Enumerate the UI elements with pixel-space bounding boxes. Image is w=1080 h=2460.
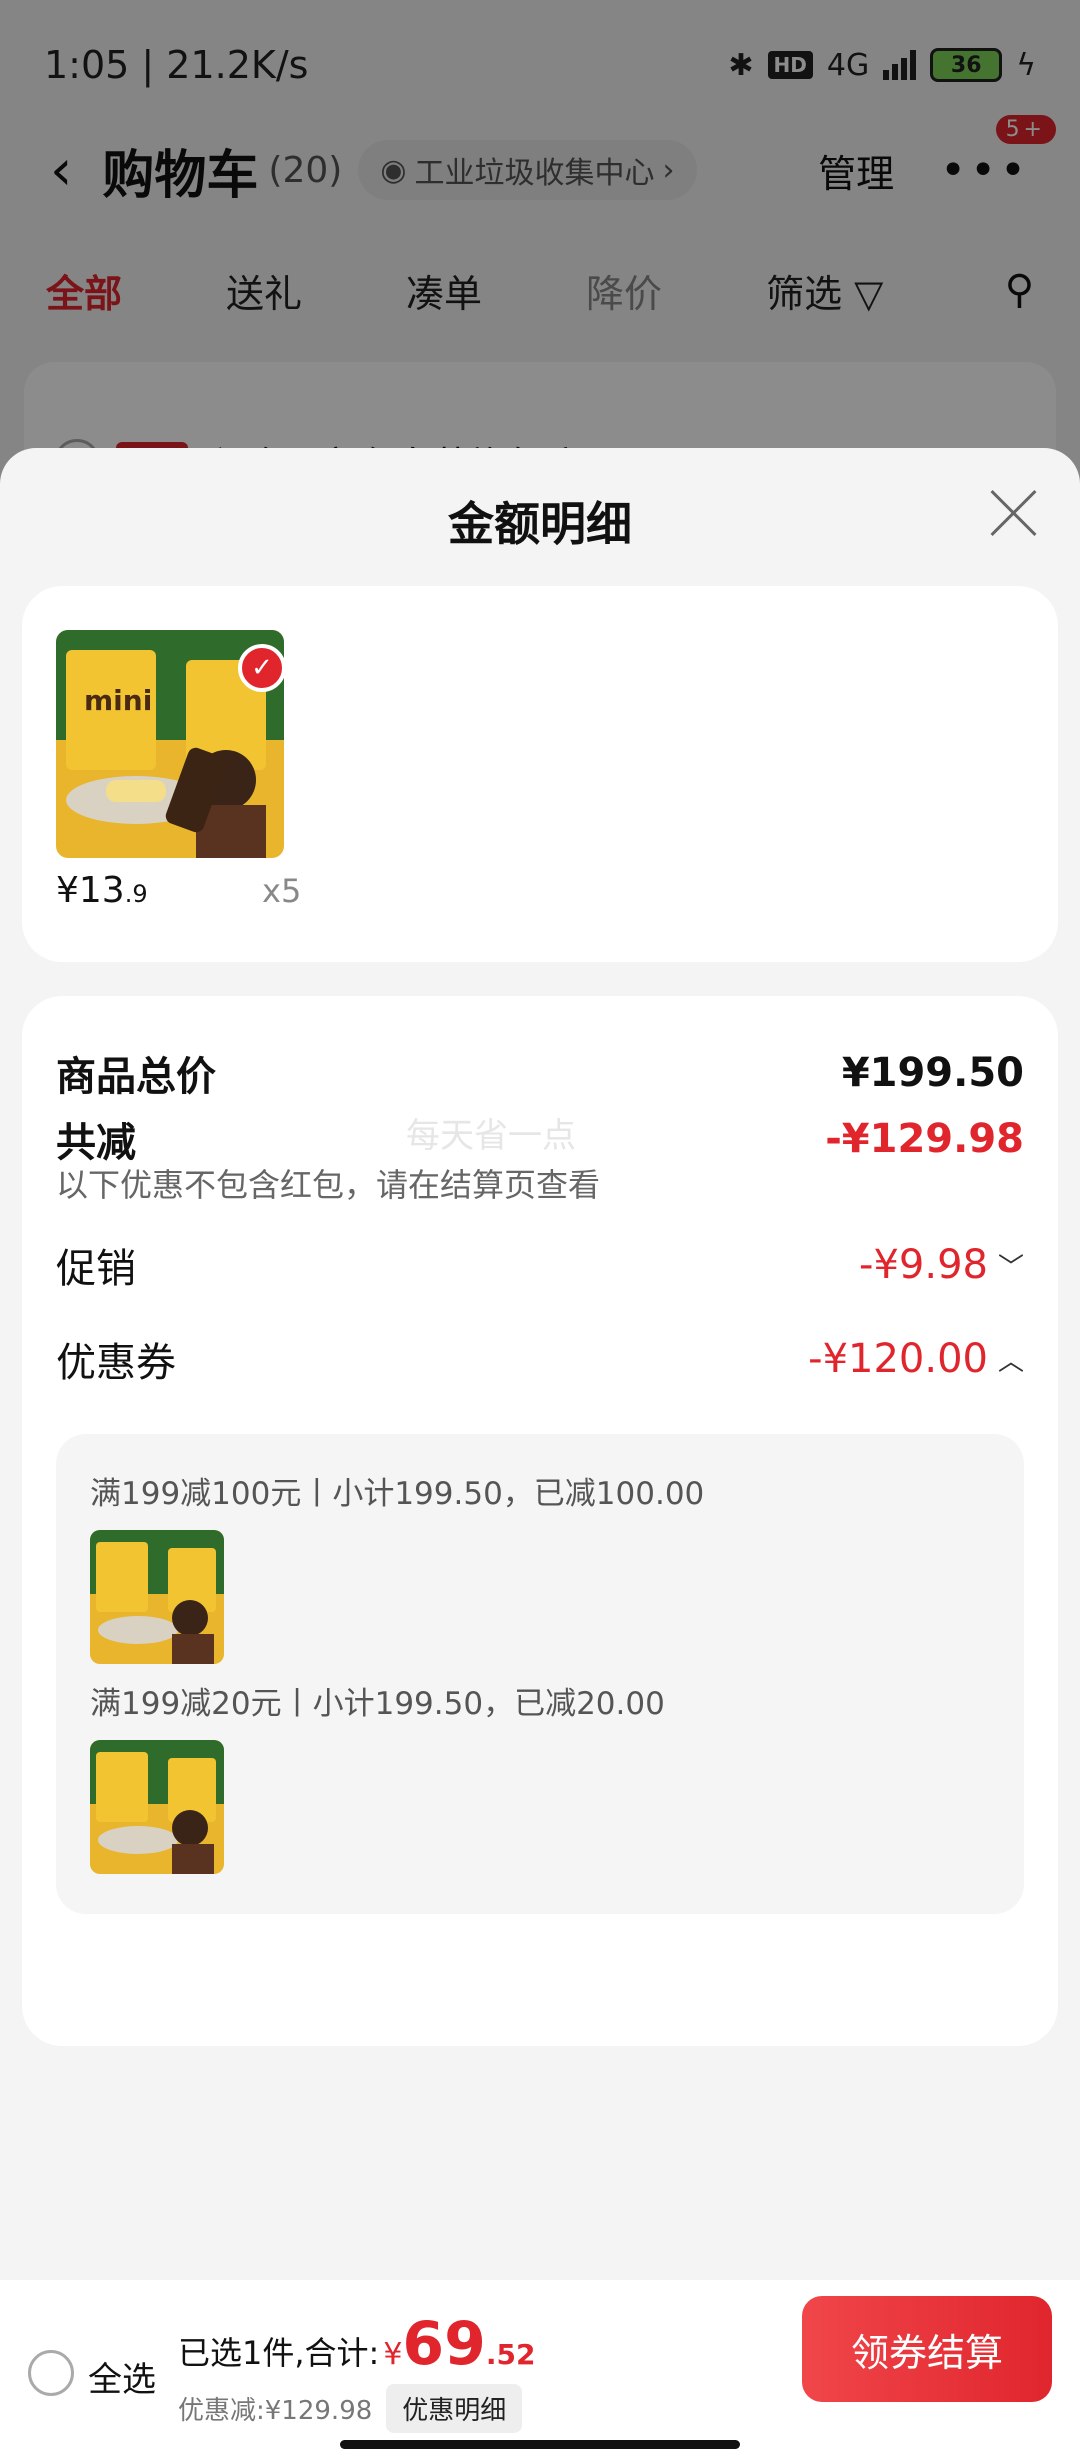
discount-summary: 优惠减:¥129.98 优惠明细 xyxy=(178,2384,523,2433)
close-icon[interactable] xyxy=(988,488,1038,538)
reduce-value: -¥129.98 xyxy=(825,1116,1024,1162)
coupon-product-image-1[interactable] xyxy=(90,1530,224,1664)
select-all-checkbox[interactable] xyxy=(28,2350,74,2396)
checkout-bar: 全选 已选1件,合计: ¥ 69 .52 优惠减:¥129.98 优惠明细 领券… xyxy=(0,2280,1080,2460)
total-summary: 已选1件,合计: ¥ 69 .52 xyxy=(178,2314,536,2374)
coupon-rule-1: 满199减100元丨小计199.50，已减100.00 xyxy=(90,1476,705,1512)
chevron-down-icon[interactable]: ﹀ xyxy=(998,1247,1024,1284)
total-row: 商品总价 ¥199.50 xyxy=(56,1044,1024,1102)
select-all-label[interactable]: 全选 xyxy=(88,2352,156,2401)
amount-detail-sheet: 金额明细 mini ✓ ¥13.9 x5 商品总价 ¥199.50 每天省一点 … xyxy=(0,448,1080,2460)
coupon-product-image-2[interactable] xyxy=(90,1740,224,1874)
price-detail-card: 商品总价 ¥199.50 每天省一点 共减 -¥129.98 以下优惠不包含红包… xyxy=(22,996,1058,2046)
product-price-dec: .9 xyxy=(124,880,148,908)
selected-count-text: 已选1件,合计: xyxy=(178,2334,380,2372)
product-card: mini ✓ ¥13.9 x5 xyxy=(22,586,1058,962)
product-price-int: ¥13 xyxy=(56,870,125,911)
sheet-title: 金额明细 xyxy=(448,497,632,551)
total-amount-dec: .52 xyxy=(485,2338,536,2371)
promo-value-group: -¥9.98 ﹀ xyxy=(859,1242,1024,1288)
coupon-value-group: -¥120.00 ︿ xyxy=(808,1336,1024,1382)
promo-value: -¥9.98 xyxy=(859,1242,988,1288)
coupon-row[interactable]: 优惠券 -¥120.00 ︿ xyxy=(56,1330,1024,1388)
discount-text: 优惠减:¥129.98 xyxy=(178,2396,373,2426)
discount-detail-button[interactable]: 优惠明细 xyxy=(386,2384,523,2433)
total-value: ¥199.50 xyxy=(841,1050,1024,1096)
chevron-up-icon[interactable]: ︿ xyxy=(998,1341,1024,1378)
coupon-rule-2: 满199减20元丨小计199.50，已减20.00 xyxy=(90,1686,665,1722)
promo-row[interactable]: 促销 -¥9.98 ﹀ xyxy=(56,1236,1024,1294)
coupon-label: 优惠券 xyxy=(56,1340,176,1386)
coupon-value: -¥120.00 xyxy=(808,1336,988,1382)
product-quantity: x5 xyxy=(262,872,302,910)
promo-label: 促销 xyxy=(56,1246,136,1292)
selected-check-icon: ✓ xyxy=(238,644,286,692)
total-currency: ¥ xyxy=(383,2337,403,2372)
checkout-button[interactable]: 领券结算 xyxy=(802,2296,1052,2402)
reduce-note: 以下优惠不包含红包，请在结算页查看 xyxy=(56,1166,601,1204)
svg-text:mini: mini xyxy=(84,684,152,717)
total-label: 商品总价 xyxy=(56,1054,216,1100)
total-amount-int: 69 xyxy=(402,2309,486,2379)
home-indicator[interactable] xyxy=(340,2440,740,2449)
product-price: ¥13.9 xyxy=(56,870,148,911)
coupon-detail-box: 满199减100元丨小计199.50，已减100.00 满199减20元丨小计1… xyxy=(56,1434,1024,1914)
